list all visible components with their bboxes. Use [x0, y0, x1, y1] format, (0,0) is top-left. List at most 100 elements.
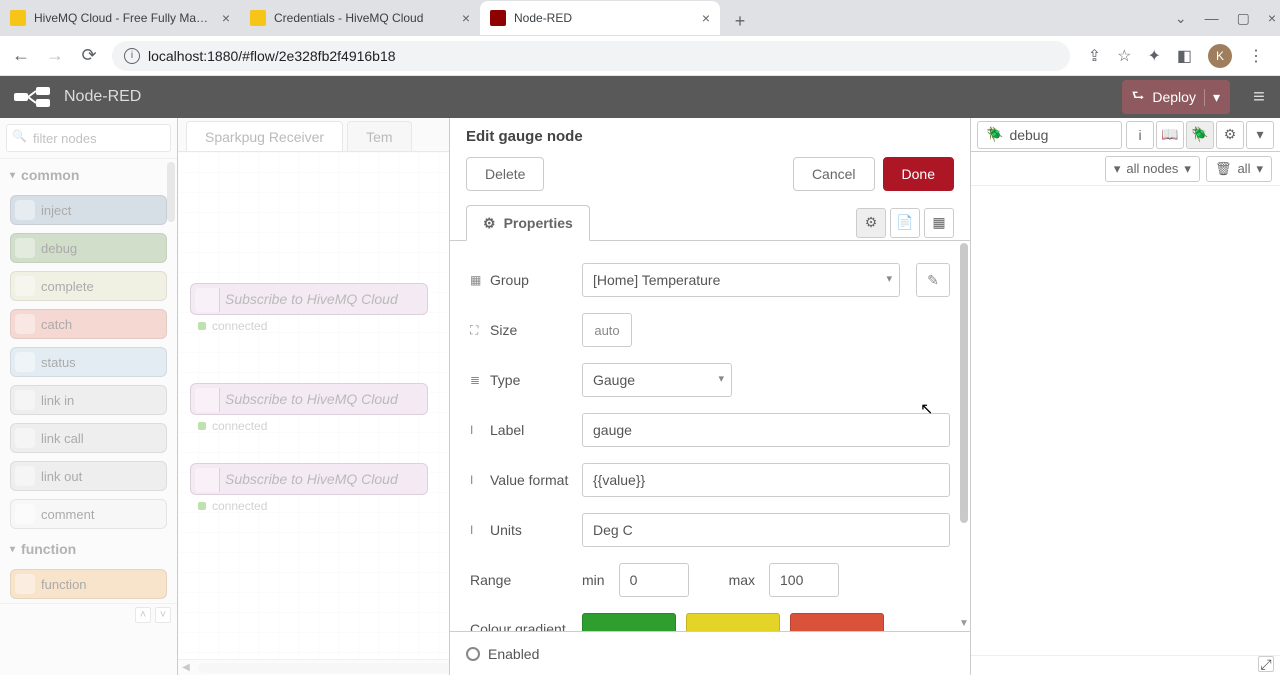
enabled-label: Enabled — [488, 646, 539, 662]
label-label: Label — [490, 422, 524, 438]
palette-node-status[interactable]: status — [10, 347, 167, 377]
range-max-label: max — [729, 572, 755, 588]
units-input[interactable] — [582, 513, 950, 547]
palette-node-linkcall[interactable]: link call — [10, 423, 167, 453]
scroll-down-icon[interactable]: ▼ — [959, 618, 969, 629]
minimize-icon[interactable]: — — [1205, 10, 1219, 26]
valueformat-input[interactable] — [582, 463, 950, 497]
trash-icon: 🗑 — [1215, 161, 1232, 177]
maximize-icon[interactable]: ▢ — [1237, 10, 1250, 27]
scroll-left-icon[interactable]: ◀ — [178, 662, 194, 673]
workspace-tab-1[interactable]: Tem — [347, 121, 411, 151]
sidepanel-icon[interactable]: ◧ — [1177, 46, 1192, 66]
group-select[interactable]: [Home] Temperature — [582, 263, 900, 297]
debug-filter-dropdown[interactable]: ▾ all nodes ▾ — [1105, 156, 1200, 182]
palette-node-inject[interactable]: inject — [10, 195, 167, 225]
deploy-button[interactable]: ⮑ Deploy ▾ — [1122, 80, 1230, 114]
dialog-tab-settings-icon[interactable]: ⚙ — [856, 208, 886, 238]
flow-node[interactable]: Subscribe to HiveMQ Cloud — [190, 283, 428, 315]
tab-favicon — [250, 10, 266, 26]
window-controls: ⌄ — ▢ × — [1175, 0, 1276, 36]
new-tab-button[interactable]: + — [726, 7, 754, 35]
flow-node-status: connected — [198, 319, 267, 333]
debug-clear-dropdown[interactable]: 🗑 all ▾ — [1206, 156, 1272, 182]
dialog-tab-description-icon[interactable]: 📄 — [890, 208, 920, 238]
close-icon[interactable]: × — [222, 10, 230, 26]
deploy-caret-icon[interactable]: ▾ — [1204, 89, 1220, 106]
reload-icon[interactable]: ⟳ — [78, 45, 100, 66]
palette-node-linkin[interactable]: link in — [10, 385, 167, 415]
size-button[interactable]: auto — [582, 313, 632, 347]
app-header: Node-RED ⮑ Deploy ▾ ≡ — [0, 76, 1280, 118]
browser-chrome: HiveMQ Cloud - Free Fully Man… × Credent… — [0, 0, 1280, 36]
sidebar-info-icon[interactable]: i — [1126, 121, 1154, 149]
sidebar-caret-icon[interactable]: ▾ — [1246, 121, 1274, 149]
dialog-scrollbar[interactable] — [960, 243, 968, 523]
sidebar-debug-icon[interactable]: 🪲 — [1186, 121, 1214, 149]
palette-node-function[interactable]: function — [10, 569, 167, 599]
palette-category-function[interactable]: function — [0, 533, 177, 565]
dialog-tab-properties[interactable]: ⚙ Properties — [466, 205, 590, 241]
browser-toolbar: ← → ⟳ i localhost:1880/#flow/2e328fb2f49… — [0, 36, 1280, 76]
extensions-icon[interactable]: ✦ — [1147, 46, 1160, 66]
palette-node-comment[interactable]: comment — [10, 499, 167, 529]
address-bar[interactable]: i localhost:1880/#flow/2e328fb2f4916b18 — [112, 41, 1070, 71]
gradient-color-2[interactable] — [686, 613, 780, 631]
palette-filter-input[interactable] — [6, 124, 171, 152]
dialog-title: Edit gauge node — [466, 128, 954, 145]
done-button[interactable]: Done — [883, 157, 954, 191]
close-icon[interactable]: × — [462, 10, 470, 26]
palette: common inject debug complete catch statu… — [0, 118, 178, 675]
app-body: common inject debug complete catch statu… — [0, 118, 1280, 675]
dialog-tab-appearance-icon[interactable]: ▦ — [924, 208, 954, 238]
range-min-input[interactable] — [619, 563, 689, 597]
gradient-color-1[interactable] — [582, 613, 676, 631]
enabled-toggle[interactable] — [466, 647, 480, 661]
palette-collapse-up-icon[interactable]: ˄ — [135, 607, 151, 623]
edit-node-dialog: Edit gauge node Delete Cancel Done ⚙ Pro… — [449, 118, 970, 675]
tab-title: Credentials - HiveMQ Cloud — [274, 11, 454, 25]
range-label: Range — [470, 572, 511, 588]
app-logo: Node-RED — [14, 87, 141, 107]
palette-node-debug[interactable]: debug — [10, 233, 167, 263]
palette-category-common[interactable]: common — [0, 159, 177, 191]
chevron-down-icon[interactable]: ⌄ — [1175, 10, 1187, 27]
list-icon: ≣ — [470, 373, 484, 387]
gradient-label: Colour gradient — [470, 621, 566, 631]
bookmark-icon[interactable]: ☆ — [1117, 46, 1131, 66]
label-input[interactable] — [582, 413, 950, 447]
palette-footer: ˄ ˅ — [0, 603, 177, 625]
menu-icon[interactable]: ⋮ — [1248, 46, 1264, 66]
edit-group-button[interactable]: ✎ — [916, 263, 950, 297]
cancel-button[interactable]: Cancel — [793, 157, 875, 191]
delete-button[interactable]: Delete — [466, 157, 544, 191]
browser-tab-1[interactable]: Credentials - HiveMQ Cloud × — [240, 1, 480, 35]
back-icon[interactable]: ← — [10, 45, 32, 66]
profile-avatar[interactable]: K — [1208, 44, 1232, 68]
sidebar-config-icon[interactable]: ⚙ — [1216, 121, 1244, 149]
workspace-tab-0[interactable]: Sparkpug Receiver — [186, 121, 343, 151]
palette-scrollbar[interactable] — [167, 162, 175, 651]
type-select[interactable]: Gauge — [582, 363, 732, 397]
dialog-footer: Enabled — [450, 631, 970, 675]
flow-node[interactable]: Subscribe to HiveMQ Cloud — [190, 383, 428, 415]
close-icon[interactable]: × — [702, 10, 710, 26]
palette-node-linkout[interactable]: link out — [10, 461, 167, 491]
browser-tab-2[interactable]: Node-RED × — [480, 1, 720, 35]
main-menu-button[interactable]: ≡ — [1238, 86, 1280, 109]
tab-favicon — [10, 10, 26, 26]
range-max-input[interactable] — [769, 563, 839, 597]
flow-node[interactable]: Subscribe to HiveMQ Cloud — [190, 463, 428, 495]
palette-node-complete[interactable]: complete — [10, 271, 167, 301]
share-icon[interactable]: ⇪ — [1088, 46, 1101, 66]
palette-node-catch[interactable]: catch — [10, 309, 167, 339]
sidebar-expand-icon[interactable]: ⤢ — [1258, 656, 1274, 672]
sidebar-help-icon[interactable]: 📖 — [1156, 121, 1184, 149]
gradient-color-3[interactable] — [790, 613, 884, 631]
deploy-icon: ⮑ — [1132, 85, 1145, 109]
close-window-icon[interactable]: × — [1268, 10, 1276, 26]
filter-icon: ▾ — [1114, 161, 1121, 177]
browser-tab-0[interactable]: HiveMQ Cloud - Free Fully Man… × — [0, 1, 240, 35]
site-info-icon[interactable]: i — [124, 48, 140, 64]
sidebar-tab-debug[interactable]: 🪲 debug — [977, 121, 1122, 149]
